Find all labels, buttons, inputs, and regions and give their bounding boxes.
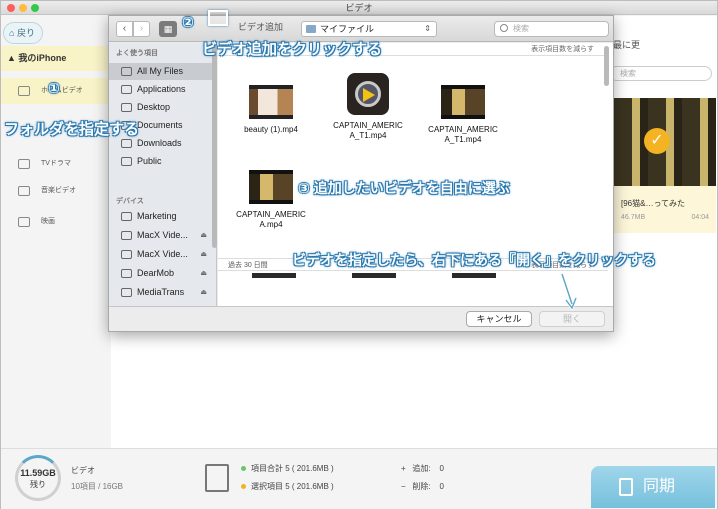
step2-instruction: ビデオ追加をクリックする	[202, 41, 383, 58]
search-icon	[500, 24, 508, 32]
back-button[interactable]: ⌂ 戻り	[3, 22, 43, 44]
sidebar-item-public[interactable]: Public	[109, 153, 217, 170]
video-title: [96猫&…ってみた	[621, 199, 686, 208]
dialog-search-input[interactable]: 検索	[494, 21, 609, 37]
eject-icon[interactable]: ⏏	[200, 246, 207, 263]
video-size: 46.7MB	[621, 214, 646, 221]
file-item[interactable]: CAPTAIN_AMERIC A_T1.mp4	[418, 85, 508, 145]
play-icon	[363, 88, 375, 102]
summary-selected: 選択項目 5 ( 201.6MB )	[241, 481, 334, 492]
sort-tab[interactable]: 最に更	[613, 38, 640, 51]
devices-header: デバイス	[116, 198, 144, 205]
window-title: ビデオ	[345, 3, 373, 13]
downloads-icon	[121, 139, 132, 148]
device-row[interactable]: ▲ 我のiPhone	[1, 46, 111, 71]
minimize-window-icon[interactable]	[19, 4, 27, 12]
total-dot-icon	[241, 466, 246, 471]
category-label: ビデオ	[71, 466, 95, 475]
show-less-link[interactable]: 表示項目数を減らす	[531, 43, 594, 56]
sidebar-item-marketing[interactable]: Marketing	[109, 208, 217, 225]
tv-icon	[18, 159, 30, 169]
desktop-icon	[121, 103, 132, 112]
music-video-icon	[18, 186, 30, 196]
pointer-arrow-icon	[560, 273, 578, 312]
step2-marker: ②	[182, 14, 194, 30]
player-icon	[347, 73, 389, 115]
updown-arrow-icon: ⇕	[424, 24, 431, 33]
sidebar-item-macx-1[interactable]: MacX Vide... ⏏	[109, 227, 217, 244]
file-scrollbar[interactable]	[604, 46, 609, 86]
disk-icon	[121, 269, 132, 278]
sidebar-item-music-video[interactable]: 音楽ビデオ	[1, 178, 111, 204]
sidebar-item-desktop[interactable]: Desktop	[109, 99, 217, 116]
video-meta: 46.7MB 04:04	[621, 214, 713, 221]
deleted-count: − 削除: 0	[401, 482, 444, 491]
sidebar-item-applications[interactable]: Applications	[109, 81, 217, 98]
back-nav-button[interactable]: ‹	[116, 21, 133, 37]
dialog-footer: キャンセル 開く	[109, 306, 613, 331]
video-duration: 04:04	[691, 214, 709, 221]
title-bar: ビデオ	[1, 1, 717, 15]
video-thumbnail	[252, 273, 296, 278]
film-icon	[18, 217, 30, 227]
eject-icon[interactable]: ⏏	[200, 284, 207, 301]
file-item[interactable]: CAPTAIN_AMERIC A_T1.mp4	[323, 73, 413, 141]
storage-gauge: 11.59GB 残り	[15, 455, 61, 501]
disk-icon	[121, 250, 132, 259]
sidebar-item-movies[interactable]: 映画	[1, 209, 111, 235]
selected-dot-icon	[241, 484, 246, 489]
file-item[interactable]: beauty (1).mp4	[226, 85, 316, 135]
add-video-icon[interactable]	[208, 10, 228, 26]
open-button[interactable]: 開く	[539, 311, 605, 327]
sidebar-item-tv-drama[interactable]: TVドラマ	[1, 151, 111, 177]
library-search-input[interactable]: 検索	[609, 66, 712, 81]
video-thumbnail	[249, 170, 293, 204]
favorites-header: よく使う項目	[116, 50, 158, 57]
step1-instruction: フォルダを指定する	[4, 121, 140, 138]
collapse-icon: ▲	[7, 53, 19, 63]
step4-instruction: ビデオを指定したら、右下にある『開く』をクリックする	[292, 252, 656, 268]
cancel-button[interactable]: キャンセル	[466, 311, 532, 327]
close-window-icon[interactable]	[7, 4, 15, 12]
step1-marker: ①	[48, 80, 60, 96]
files-icon	[121, 67, 132, 76]
applications-icon	[121, 85, 132, 94]
sidebar-scrollbar[interactable]	[212, 43, 217, 248]
home-icon: ⌂	[9, 28, 17, 38]
video-thumbnail	[452, 273, 496, 278]
eject-icon[interactable]: ⏏	[200, 265, 207, 282]
public-folder-icon	[121, 157, 132, 166]
summary-total: 項目合計 5 ( 201.6MB )	[241, 463, 334, 474]
forward-nav-button[interactable]: ›	[133, 21, 150, 37]
plus-icon: +	[401, 464, 413, 473]
dialog-sidebar: よく使う項目 All My Files Applications Desktop…	[109, 43, 217, 317]
disk-icon	[121, 288, 132, 297]
disk-icon	[121, 231, 132, 240]
eject-icon[interactable]: ⏏	[200, 227, 207, 244]
minus-icon: −	[401, 482, 413, 491]
sync-button[interactable]: 同期	[591, 466, 715, 508]
folder-icon	[306, 25, 316, 33]
home-video-icon	[18, 86, 30, 96]
video-thumbnail	[249, 85, 293, 119]
add-video-label[interactable]: ビデオ追加	[238, 20, 283, 33]
zoom-window-icon[interactable]	[31, 4, 39, 12]
sidebar-item-all-my-files[interactable]: All My Files	[109, 63, 217, 80]
video-thumbnail	[352, 273, 396, 278]
network-drive-icon	[121, 212, 132, 221]
video-thumbnail	[441, 85, 485, 119]
document-info-icon	[205, 464, 229, 492]
sidebar-item-dearmob[interactable]: DearMob ⏏	[109, 265, 217, 282]
open-file-dialog: ‹ › ▦ マイファイル ⇕ 検索 よく使う項目 All My Files Ap…	[108, 15, 614, 332]
icon-view-button[interactable]: ▦	[159, 21, 177, 37]
sidebar-item-macx-2[interactable]: MacX Vide... ⏏	[109, 246, 217, 263]
added-count: + 追加: 0	[401, 464, 444, 473]
step3-instruction: ③ 追加したいビデオを自由に選ぶ	[298, 180, 510, 196]
checkmark-icon[interactable]: ✓	[644, 128, 670, 154]
sidebar-item-mediatrans[interactable]: MediaTrans ⏏	[109, 284, 217, 301]
sync-icon	[619, 478, 633, 496]
bottom-bar: 11.59GB 残り ビデオ 10項目 / 16GB 項目合計 5 ( 201.…	[1, 448, 717, 509]
category-count: 10項目 / 16GB	[71, 482, 124, 491]
folder-select[interactable]: マイファイル ⇕	[301, 21, 437, 37]
